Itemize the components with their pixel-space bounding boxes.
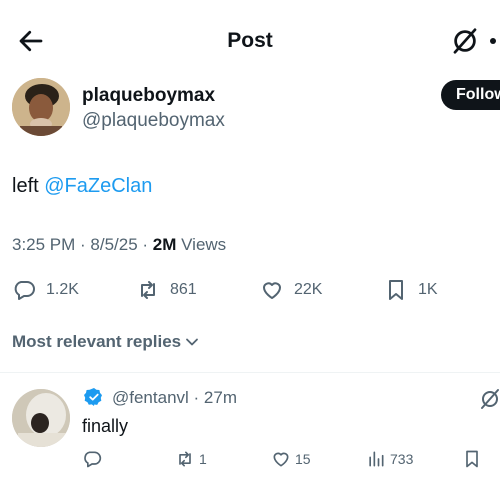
views-label: Views [176, 235, 227, 254]
top-bar: Post [0, 0, 500, 80]
bookmark-icon [466, 450, 478, 468]
reply-bookmark-action[interactable] [462, 448, 486, 470]
post-timestamp[interactable]: 3:25 PM · 8/5/25 · [12, 235, 153, 254]
chevron-down-icon [186, 338, 199, 346]
reply-avatar[interactable] [12, 389, 70, 447]
reply-icon [14, 281, 35, 300]
repost-count: 861 [170, 281, 197, 298]
repost-action[interactable]: 861 [136, 276, 197, 304]
like-action[interactable]: 22K [260, 276, 322, 304]
page-title: Post [227, 29, 273, 52]
post-page: Post plaqueboymax @plaqueboymax Follow l… [0, 0, 500, 500]
reply-icon [84, 451, 102, 468]
views-icon [369, 451, 384, 467]
bookmark-icon [389, 280, 403, 300]
reply-repost-action[interactable]: 1 [175, 448, 207, 470]
replies-sort-label: Most relevant replies [12, 332, 182, 351]
bookmark-count: 1K [418, 281, 438, 298]
repost-icon [179, 451, 191, 467]
reply-views-action[interactable]: 733 [366, 448, 413, 470]
avatar[interactable] [12, 78, 70, 136]
mention-link[interactable]: @FaZeClan [44, 175, 152, 197]
replies-sort-dropdown[interactable]: Most relevant replies [12, 330, 199, 354]
reply-text: finally [82, 416, 129, 436]
reply-repost-count: 1 [199, 451, 207, 467]
reply-reply-action[interactable] [82, 448, 106, 470]
reply-views-count: 733 [390, 451, 414, 467]
reply-action[interactable]: 1.2K [12, 276, 79, 304]
like-icon [273, 452, 289, 467]
post-text-body: left [12, 175, 45, 197]
reply-count: 1.2K [46, 281, 79, 298]
author-handle[interactable]: @plaqueboymax [82, 109, 225, 133]
bookmark-action[interactable]: 1K [384, 276, 438, 304]
like-count: 22K [294, 281, 323, 298]
reply-like-count: 15 [295, 451, 311, 467]
post-meta: 3:25 PM · 8/5/25 · 2M Views [12, 232, 226, 258]
verified-icon [84, 387, 104, 407]
divider [0, 372, 500, 373]
reply-handle-time[interactable]: @fentanvl · 27m [112, 386, 237, 410]
views-count: 2M [152, 235, 177, 254]
grok-icon[interactable] [450, 26, 480, 56]
reply-like-action[interactable]: 15 [271, 448, 311, 470]
more-icon[interactable] [490, 38, 496, 44]
follow-button[interactable]: Follow [441, 80, 500, 110]
post-text: left @FaZeClan [12, 172, 152, 200]
repost-icon [141, 281, 155, 299]
like-icon [263, 282, 281, 299]
reply-grok-icon[interactable] [478, 387, 500, 411]
author-display-name[interactable]: plaqueboymax [82, 84, 215, 108]
